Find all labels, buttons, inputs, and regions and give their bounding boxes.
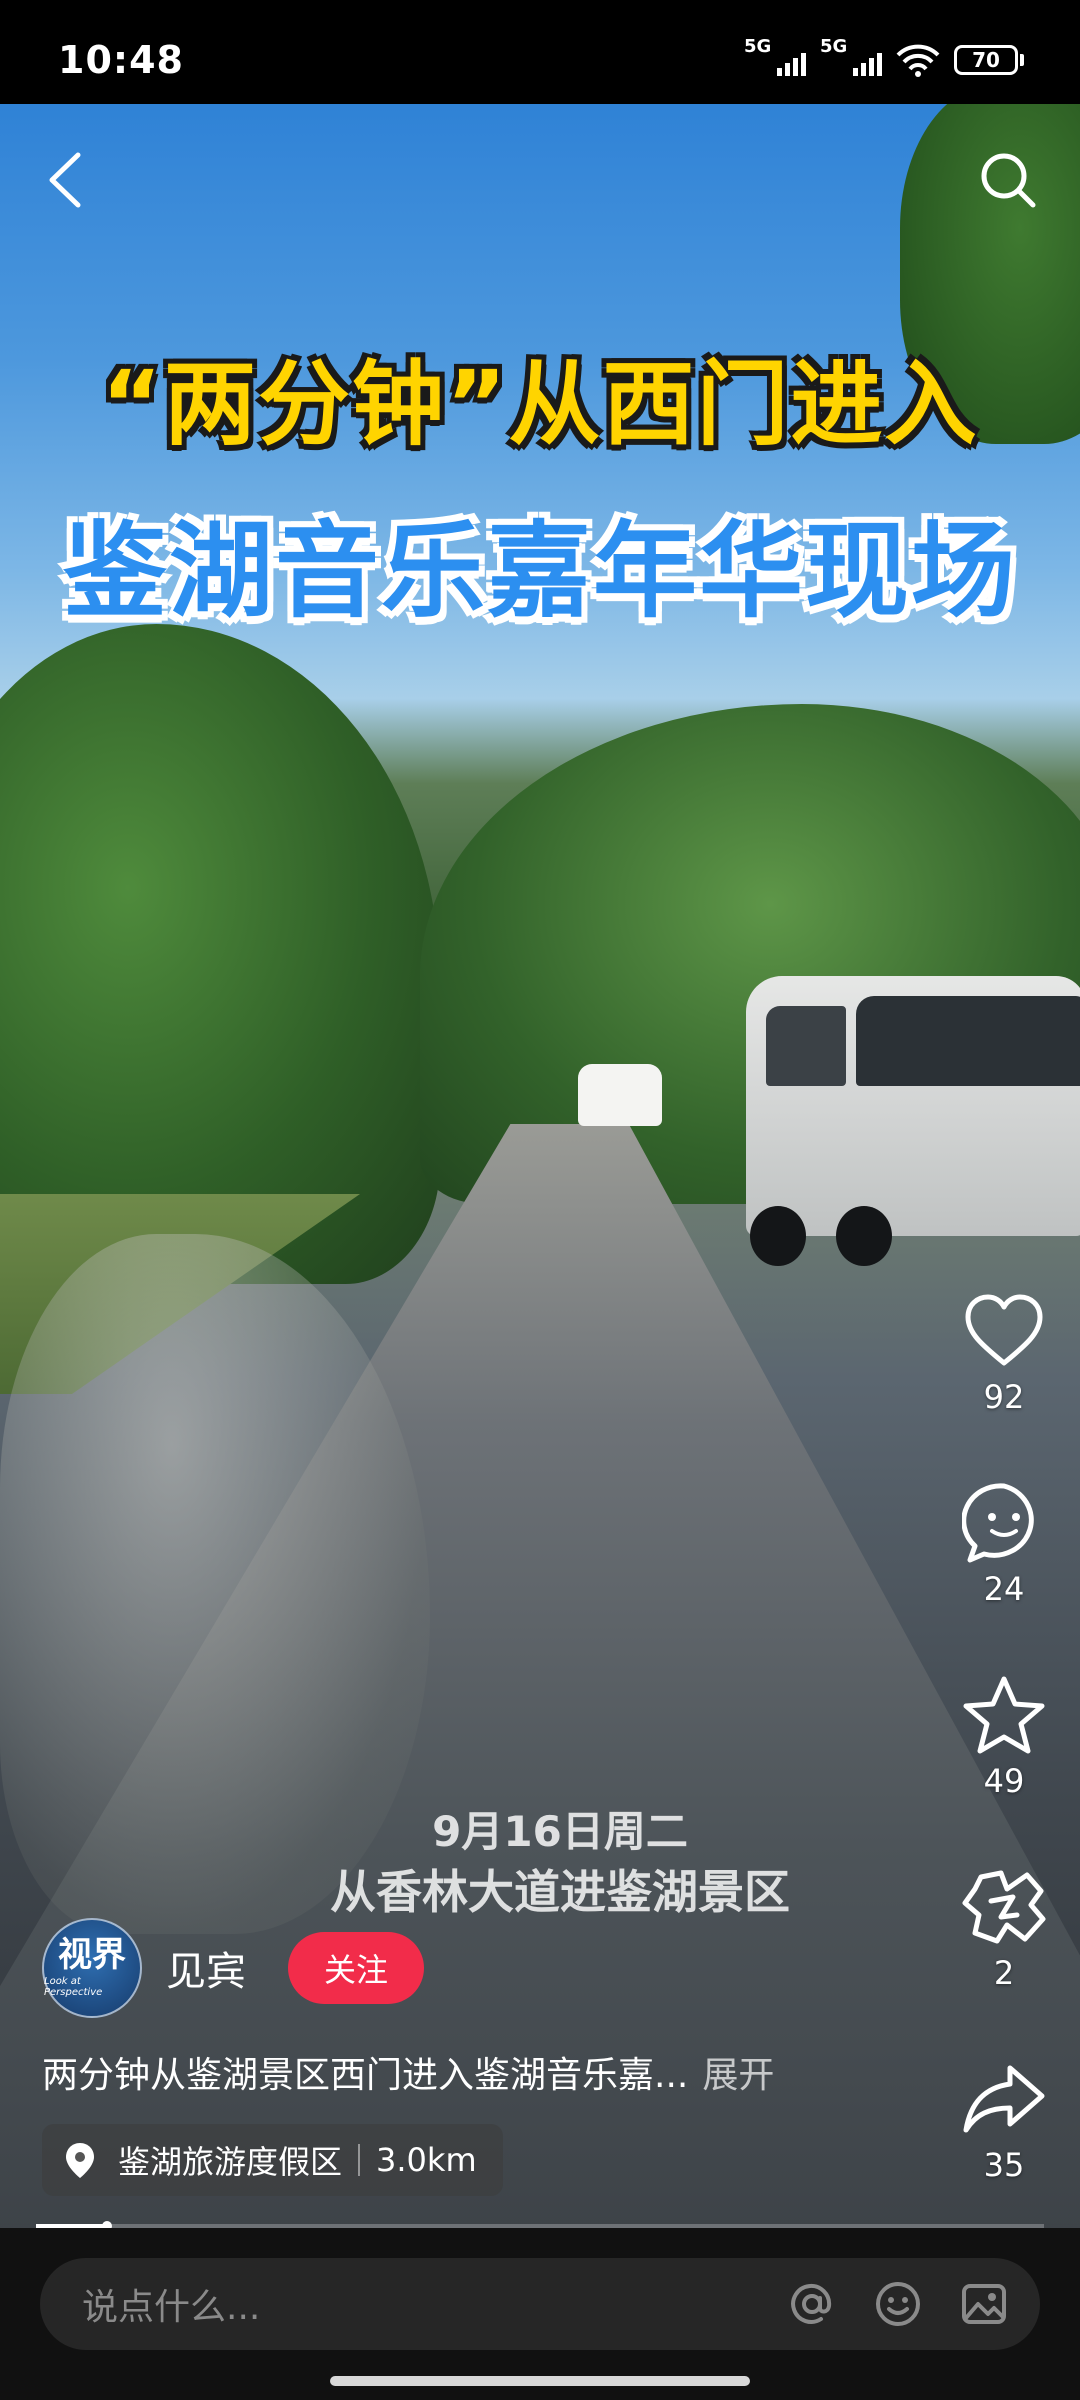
comment-count: 24 [983,1570,1025,1608]
location-divider [358,2144,361,2176]
status-icons: 5G 5G 70 [744,36,1024,80]
status-time: 10:48 [58,38,184,82]
gift-button[interactable]: 2 [952,1862,1056,1992]
avatar-text: 视界 [58,1935,126,1975]
signal-icon: 5G [820,36,882,80]
author-row: 视界 Look at Perspective 见宾 关注 [42,1918,424,2018]
comment-input[interactable]: 说点什么... [40,2258,1040,2350]
like-count: 92 [983,1378,1025,1416]
home-indicator[interactable] [330,2376,750,2386]
location-tag[interactable]: 鉴湖旅游度假区 3.0km [42,2124,503,2196]
signal-label: 5G [744,36,772,57]
search-button[interactable] [976,148,1040,212]
share-icon [963,2065,1045,2133]
comment-placeholder: 说点什么... [82,2287,261,2328]
comment-button[interactable]: 24 [952,1478,1056,1608]
share-button[interactable]: 35 [952,2054,1056,2184]
bottom-bar: 说点什么... [0,2228,1080,2400]
comment-icon [962,1483,1034,1563]
video-caption[interactable]: 两分钟从鉴湖景区西门进入鉴湖音乐嘉... 展开 [42,2046,774,2098]
signal-icon: 5G [744,36,806,80]
emoji-icon [876,2282,920,2326]
follow-button[interactable]: 关注 [288,1932,424,2004]
location-name: 鉴湖旅游度假区 [118,2143,343,2181]
status-bar: 10:48 5G 5G 70 [0,0,1080,104]
battery-icon: 70 [954,45,1024,75]
video-headline-line2: 鉴湖音乐嘉年华现场 [62,510,1017,632]
star-icon [963,1676,1045,1754]
expand-link[interactable]: 展开 [702,2055,774,2096]
back-icon [49,152,81,208]
like-button[interactable]: 92 [952,1286,1056,1416]
avatar[interactable]: 视界 Look at Perspective [42,1918,142,2018]
share-count: 35 [983,2146,1025,2184]
location-pin-icon [66,2143,94,2178]
video-player[interactable]: “两分钟”从西门进入 鉴湖音乐嘉年华现场 9月16日周二 从香林大道进鉴湖景区 [0,104,1080,2228]
location-distance: 3.0km [376,2141,477,2179]
signal-label: 5G [820,36,848,57]
mention-icon [791,2283,832,2324]
emoji-button[interactable] [868,2274,928,2334]
gift-count: 2 [993,1954,1015,1992]
back-button[interactable] [38,150,92,210]
favorite-button[interactable]: 49 [952,1670,1056,1800]
author-name[interactable]: 见宾 [166,1939,246,1997]
video-headline-line1: “两分钟”从西门进入 [101,351,979,458]
wifi-icon [896,44,940,77]
video-overlay-date: 9月16日周二 [432,1807,688,1856]
favorite-count: 49 [983,1762,1025,1800]
search-icon [981,153,1036,208]
video-scenery [0,624,440,1284]
gift-icon [962,1870,1046,1944]
image-icon [962,2284,1006,2324]
video-scenery [578,1064,662,1126]
battery-level: 70 [954,45,1018,75]
mention-button[interactable] [782,2274,842,2334]
video-scenery [746,976,1080,1266]
heart-icon [965,1294,1043,1366]
caption-text: 两分钟从鉴湖景区西门进入鉴湖音乐嘉... [42,2055,689,2096]
image-button[interactable] [954,2274,1014,2334]
video-overlay-route: 从香林大道进鉴湖景区 [330,1865,790,1919]
avatar-subtext: Look at Perspective [44,1976,103,1998]
